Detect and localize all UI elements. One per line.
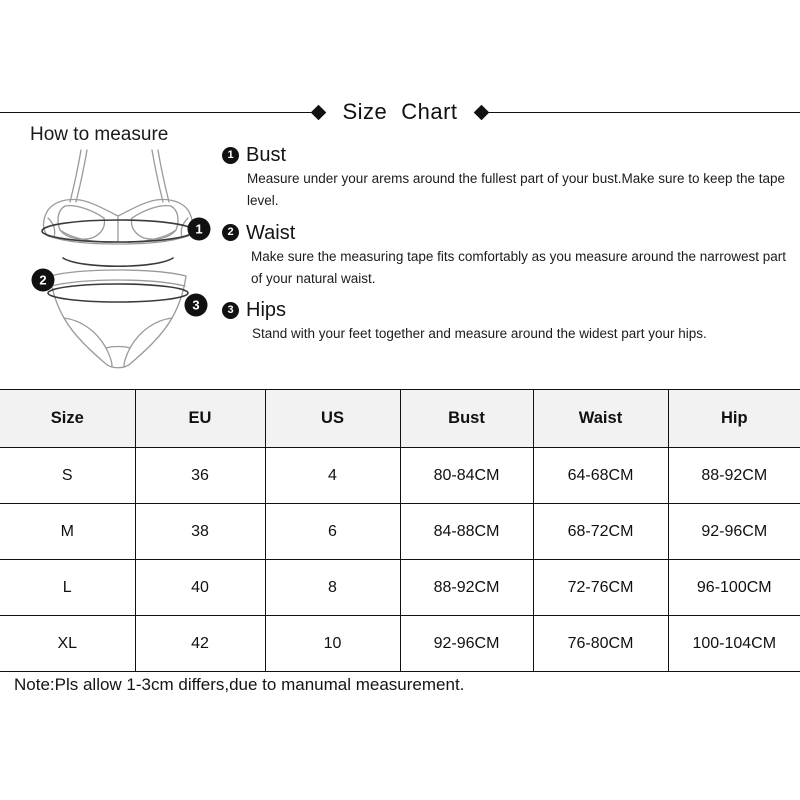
cell-us: 4 bbox=[264, 447, 401, 504]
table-row: L 40 8 88-92CM 72-76CM 96-100CM bbox=[0, 559, 800, 616]
page-title: Size Chart bbox=[326, 99, 473, 125]
measurement-note: Note:Pls allow 1-3cm differs,due to manu… bbox=[14, 675, 465, 694]
table-header-row: Size EU US Bust Waist Hip bbox=[0, 389, 800, 448]
illustration-callout-3: 3 bbox=[184, 293, 208, 317]
cell-bust: 80-84CM bbox=[399, 447, 534, 504]
number-badge-3-icon: 3 bbox=[222, 301, 239, 319]
cell-hip: 92-96CM bbox=[667, 503, 800, 560]
how-to-measure-heading: How to measure bbox=[30, 124, 169, 145]
cell-us: 10 bbox=[264, 615, 401, 672]
column-header-us: US bbox=[264, 389, 401, 448]
cell-hip: 88-92CM bbox=[667, 447, 800, 504]
measurement-illustration: 1 2 3 bbox=[18, 148, 233, 383]
instruction-waist-title: Waist bbox=[246, 221, 296, 244]
svg-text:3: 3 bbox=[192, 298, 199, 313]
number-badge-1-icon: 1 bbox=[222, 146, 239, 164]
table-row: S 36 4 80-84CM 64-68CM 88-92CM bbox=[0, 447, 800, 504]
instruction-hips-body: Stand with your feet together and measur… bbox=[252, 326, 707, 342]
instruction-waist-header: 2 Waist bbox=[222, 222, 792, 244]
instruction-hips-header: 3 Hips bbox=[222, 299, 792, 321]
cell-waist: 76-80CM bbox=[532, 615, 669, 672]
column-header-waist: Waist bbox=[532, 389, 669, 448]
cell-eu: 38 bbox=[134, 503, 266, 560]
column-header-eu: EU bbox=[134, 389, 266, 448]
cell-size: M bbox=[0, 503, 136, 560]
measurement-instructions: 1 Bust Measure under your arems around t… bbox=[222, 144, 792, 354]
instruction-waist-body: Make sure the measuring tape fits comfor… bbox=[251, 248, 787, 286]
column-header-size: Size bbox=[0, 389, 136, 448]
cell-size: XL bbox=[0, 615, 136, 672]
table-row: M 38 6 84-88CM 68-72CM 92-96CM bbox=[0, 503, 800, 560]
instruction-bust-body: Measure under your arems around the full… bbox=[247, 171, 786, 209]
instruction-hips: 3 Hips Stand with your feet together and… bbox=[222, 299, 792, 345]
page-title-word-2: Chart bbox=[401, 99, 458, 124]
cell-us: 6 bbox=[264, 503, 401, 560]
table-row: XL 42 10 92-96CM 76-80CM 100-104CM bbox=[0, 615, 800, 672]
diamond-icon-left bbox=[311, 104, 327, 120]
instruction-bust-header: 1 Bust bbox=[222, 144, 792, 166]
cell-hip: 96-100CM bbox=[667, 559, 800, 616]
instruction-bust: 1 Bust Measure under your arems around t… bbox=[222, 144, 792, 213]
illustration-callout-1: 1 bbox=[187, 217, 211, 241]
cell-waist: 68-72CM bbox=[532, 503, 669, 560]
instruction-hips-title: Hips bbox=[246, 299, 287, 322]
size-chart-table: Size EU US Bust Waist Hip S 36 4 80-84CM… bbox=[0, 389, 800, 672]
instruction-waist: 2 Waist Make sure the measuring tape fit… bbox=[222, 222, 792, 291]
cell-bust: 92-96CM bbox=[399, 615, 534, 672]
number-badge-2-icon: 2 bbox=[222, 224, 239, 242]
cell-bust: 88-92CM bbox=[399, 559, 534, 616]
cell-us: 8 bbox=[264, 559, 401, 616]
instruction-bust-title: Bust bbox=[246, 144, 287, 166]
illustration-callout-2: 2 bbox=[31, 268, 55, 292]
svg-text:2: 2 bbox=[39, 273, 46, 288]
cell-bust: 84-88CM bbox=[399, 503, 534, 560]
cell-eu: 40 bbox=[134, 559, 266, 616]
title-rule-right bbox=[488, 111, 800, 113]
page-title-word-1: Size bbox=[342, 99, 388, 124]
svg-text:1: 1 bbox=[195, 222, 202, 237]
diamond-icon-right bbox=[473, 104, 489, 120]
cell-waist: 72-76CM bbox=[532, 559, 669, 616]
cell-size: S bbox=[0, 447, 136, 504]
cell-hip: 100-104CM bbox=[667, 615, 800, 672]
column-header-hip: Hip bbox=[667, 389, 800, 448]
column-header-bust: Bust bbox=[399, 389, 534, 448]
title-rule-left bbox=[0, 111, 312, 113]
cell-waist: 64-68CM bbox=[532, 447, 669, 504]
cell-eu: 42 bbox=[134, 615, 266, 672]
cell-size: L bbox=[0, 559, 136, 616]
cell-eu: 36 bbox=[134, 447, 266, 504]
